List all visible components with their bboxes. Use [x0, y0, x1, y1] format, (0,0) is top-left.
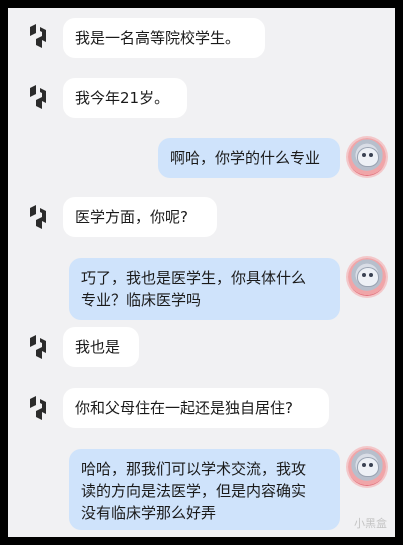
chat-window: 我是一名高等院校学生。 我今年21岁。 啊哈，你学的什么专业 医学方面，你呢? … — [8, 8, 395, 537]
message-bubble-user: 啊哈，你学的什么专业 — [158, 138, 340, 178]
message-bubble-bot: 我今年21岁。 — [63, 78, 187, 118]
message-bubble-bot: 我也是 — [63, 327, 139, 367]
bot-logo-icon — [30, 205, 46, 229]
user-avatar[interactable] — [348, 448, 386, 486]
bot-logo-icon — [30, 335, 46, 359]
watermark-logo: 小黑盒 — [354, 517, 387, 530]
message-bubble-bot: 医学方面，你呢? — [63, 197, 217, 237]
message-bubble-user: 巧了，我也是医学生，你具体什么 专业？临床医学吗 — [69, 258, 340, 320]
bot-logo-icon — [30, 85, 46, 109]
message-bubble-bot: 我是一名高等院校学生。 — [63, 18, 265, 58]
bot-logo-icon — [30, 396, 46, 420]
user-avatar[interactable] — [348, 138, 386, 176]
user-avatar[interactable] — [348, 258, 386, 296]
message-bubble-bot: 你和父母住在一起还是独自居住? — [63, 388, 329, 428]
bot-logo-icon — [30, 24, 46, 48]
message-bubble-user: 哈哈，那我们可以学术交流，我攻 读的方向是法医学，但是内容确实 没有临床学那么好… — [69, 449, 340, 530]
